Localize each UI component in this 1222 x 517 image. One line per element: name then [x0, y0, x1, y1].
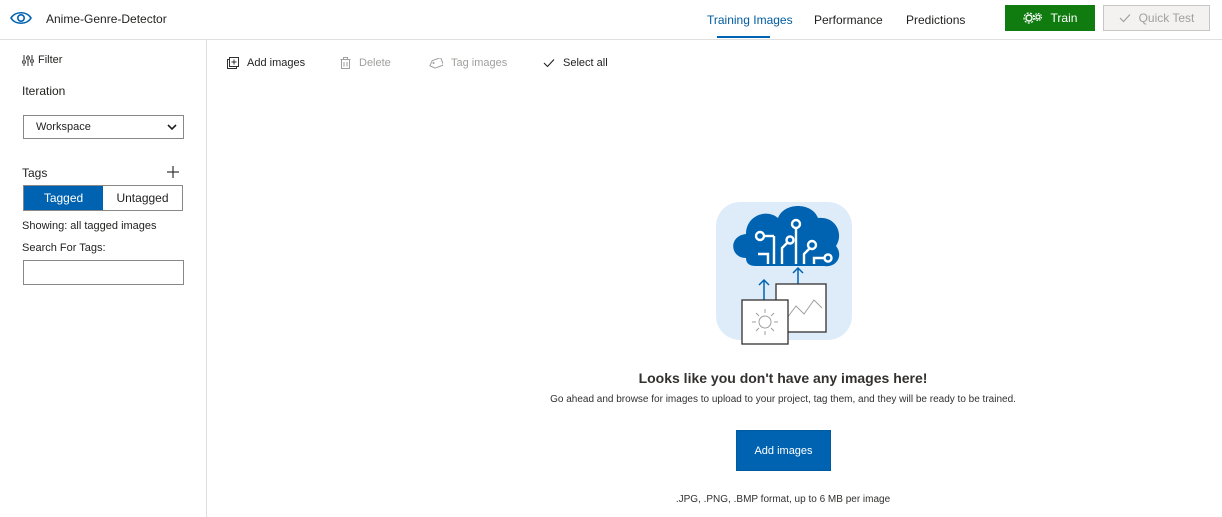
eye-icon[interactable]	[10, 9, 32, 27]
add-images-toolbar-button[interactable]: Add images	[227, 57, 305, 69]
upload-images-illustration	[716, 202, 852, 345]
iteration-value: Workspace	[36, 121, 91, 133]
quick-test-button[interactable]: Quick Test	[1103, 5, 1210, 31]
add-images-icon	[227, 57, 239, 69]
tags-heading: Tags	[22, 166, 48, 180]
add-tag-icon[interactable]	[166, 165, 180, 179]
active-tab-indicator	[717, 36, 770, 38]
tagged-button[interactable]: Tagged	[24, 186, 103, 210]
checkmark-icon	[1119, 13, 1131, 23]
quick-test-label: Quick Test	[1138, 11, 1195, 25]
select-all-label: Select all	[563, 57, 608, 69]
empty-state-description: Go ahead and browse for images to upload…	[550, 394, 1016, 405]
empty-state-title: Looks like you don't have any images her…	[638, 370, 928, 386]
supported-formats-note: .JPG, .PNG, .BMP format, up to 6 MB per …	[675, 494, 891, 505]
tag-images-label: Tag images	[451, 57, 508, 69]
iteration-dropdown[interactable]: Workspace	[23, 115, 184, 139]
tab-training-images[interactable]: Training Images	[707, 13, 793, 27]
train-label: Train	[1050, 11, 1078, 25]
top-bar: Anime-Genre-Detector Training Images Per…	[0, 0, 1222, 40]
delete-label: Delete	[359, 57, 391, 69]
train-button[interactable]: Train	[1005, 5, 1095, 31]
sun-picture-icon	[741, 299, 789, 345]
search-tags-input[interactable]	[23, 260, 184, 285]
search-tags-label: Search For Tags:	[22, 242, 106, 254]
tab-predictions[interactable]: Predictions	[906, 13, 965, 27]
untagged-button[interactable]: Untagged	[103, 186, 182, 210]
tag-images-toolbar-button[interactable]: Tag images	[429, 57, 507, 69]
trash-icon	[340, 57, 351, 69]
tab-performance[interactable]: Performance	[814, 13, 883, 27]
select-all-toolbar-button[interactable]: Select all	[543, 57, 608, 69]
filter-sidebar: Filter Iteration Workspace Tags Tagged U…	[0, 40, 207, 517]
project-title[interactable]: Anime-Genre-Detector	[46, 12, 167, 26]
showing-status: Showing: all tagged images	[22, 220, 157, 232]
chevron-down-icon	[167, 124, 177, 131]
checkmark-icon	[543, 59, 555, 68]
tagged-toggle-group: Tagged Untagged	[23, 185, 183, 211]
gears-icon	[1022, 11, 1043, 25]
iteration-heading: Iteration	[22, 84, 66, 98]
add-images-button[interactable]: Add images	[736, 430, 831, 471]
filter-toggle[interactable]: Filter	[22, 54, 62, 66]
filter-label: Filter	[38, 54, 63, 66]
delete-toolbar-button[interactable]: Delete	[340, 57, 391, 69]
add-images-label: Add images	[247, 57, 306, 69]
tag-icon	[429, 57, 443, 69]
sliders-icon	[22, 54, 34, 66]
